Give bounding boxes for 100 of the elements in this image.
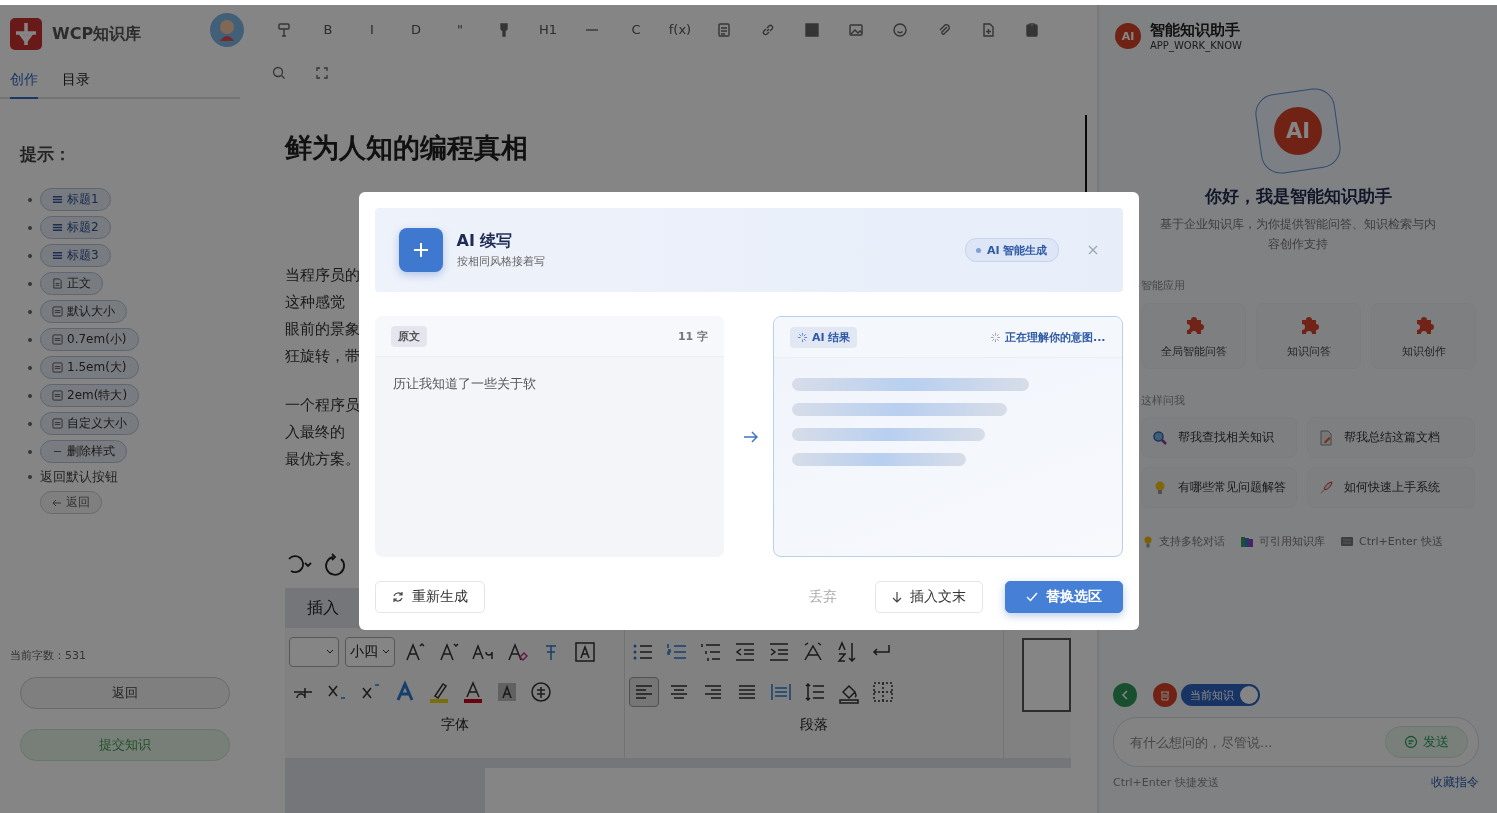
style-chip[interactable]: 标题3 [40,244,111,267]
chevron-left-icon [1121,690,1129,700]
reset-label: 返回默认按钮 [40,468,118,486]
toolbar-button[interactable]: D [394,22,438,38]
replace-button[interactable]: 替换选区 [1004,581,1123,613]
highlight-icon[interactable] [427,680,451,704]
shading-icon[interactable] [495,680,519,704]
style-chip[interactable]: 正文 [40,272,103,295]
font-color-icon[interactable] [461,680,485,704]
suggestion-card[interactable]: 帮我查找相关知识 [1141,417,1297,458]
dialog-title: AI 续写 [456,231,514,252]
close-icon[interactable] [1086,244,1099,256]
toolbar-button[interactable]: f(x) [658,22,702,38]
fullscreen-icon[interactable] [316,67,328,80]
chat-input[interactable]: 有什么想问的，尽管说... 发送 [1113,717,1479,767]
side-tab[interactable]: 目录 [62,67,90,97]
style-preview[interactable] [1022,638,1071,712]
collapse-button[interactable] [1113,683,1137,707]
borders-icon[interactable] [871,680,896,704]
font-select[interactable] [289,637,339,667]
hero-logo: AI [1274,107,1322,155]
knowledge-toggle[interactable]: 当前知识 [1181,684,1260,706]
image-icon[interactable] [848,21,864,38]
submit-button[interactable]: 提交知识 [20,729,230,761]
style-chip[interactable]: 标题1 [40,188,111,211]
paragraph-text: 最优方案。 [285,450,358,469]
clear-button[interactable] [1153,683,1177,707]
group-label: 字体 [439,716,470,734]
paragraph-text: 这种感觉 [285,293,346,312]
back-chip[interactable]: 返回 [40,491,102,514]
refresh-icon [391,591,404,603]
app-card[interactable]: 知识创作 [1371,303,1476,369]
chevron-down-icon [382,649,390,655]
paragraph-text: 一个程序员 [285,396,358,415]
document-icon [1318,429,1334,446]
assistant-description: 基于企业知识库，为你提供智能问答、知识检索与内容创作支持 [1159,216,1437,253]
source-tag: 原文 [390,325,427,347]
suggestion-card[interactable]: 如何快速上手系统 [1307,467,1475,508]
style-chip[interactable]: 2em(特大) [40,384,140,407]
document-icon [52,278,63,289]
font-size-select[interactable]: 小四 [345,637,395,667]
suggestion-card[interactable]: 帮我总结这篇文档 [1307,417,1475,458]
toolbar-button[interactable]: B [306,22,350,38]
arrow-right-icon [743,429,759,444]
paragraph-text: 当程序员的 [285,266,358,285]
paragraph-text: 入最终的 [285,423,346,442]
logo-icon [10,18,42,50]
side-tab[interactable]: 创作 [10,67,38,99]
char-count: 11 字 [677,328,709,344]
status-text: 正在理解你的意图... [1004,329,1106,345]
back-button[interactable]: 返回 [20,677,230,709]
arrow-down-icon [891,591,902,603]
document-icon[interactable] [716,21,732,38]
keyboard-icon [1341,537,1353,546]
ribbon-tab[interactable]: 插入 [307,597,339,619]
toolbar-button[interactable]: H1 [526,22,570,38]
feature-text: 支持多轮对话 [1159,534,1225,549]
insert-button[interactable]: 插入文末 [874,581,983,613]
toolbar-button[interactable]: " [438,22,482,38]
send-button[interactable]: 发送 [1385,726,1468,758]
suggestion-card[interactable]: 有哪些常见问题解答 [1141,467,1297,508]
favorites-link[interactable]: 收藏指令 [1431,774,1479,791]
style-chip[interactable]: 自定义大小 [40,412,139,435]
file-icon[interactable] [980,21,996,38]
style-chip[interactable]: 删除样式 [40,440,127,463]
smiley-icon[interactable] [892,21,908,38]
spinner-icon [989,331,1001,343]
list-icon [52,222,63,233]
chat-icon [1404,735,1418,749]
char-border-icon[interactable] [573,640,597,664]
square-icon [52,390,63,401]
assistant-logo: AI [1115,23,1141,49]
paperclip-icon[interactable] [936,21,952,38]
style-chip[interactable]: 1.5em(大) [40,356,139,379]
regenerate-button[interactable]: 重新生成 [374,581,485,613]
paragraph-text: 眼前的景象 [285,320,358,339]
style-chip[interactable]: 0.7em(小) [40,328,139,351]
paragraph-text: 狂旋转，带 [285,347,358,366]
word-count: 当前字数：531 [10,648,87,663]
avatar-icon[interactable] [210,12,244,47]
app-card[interactable]: 知识问答 [1256,303,1361,369]
document-title: 鲜为人知的编程真相 [285,131,528,165]
style-chip[interactable]: 默认大小 [40,300,127,323]
enclose-icon[interactable] [529,680,553,704]
toolbar-button[interactable]: C [614,22,658,38]
style-chip[interactable]: 标题2 [40,216,111,239]
books-icon [1241,535,1253,548]
hints-heading: 提示： [20,143,72,166]
toolbar-button[interactable]: I [350,22,394,38]
search-icon[interactable] [272,66,286,81]
dialog-subtitle: 按相同风格接着写 [456,254,546,269]
trash-icon [1160,689,1170,701]
assistant-title: 智能知识助手 [1150,21,1241,40]
square-icon [52,362,63,373]
feature-text: Ctrl+Enter 快送 [1359,534,1443,549]
brush-icon[interactable] [276,21,292,38]
clipboard-icon[interactable] [1024,21,1040,38]
assistant-subtitle: APP_WORK_KNOW [1150,40,1242,51]
source-text: 历让我知道了一些关于软 [391,375,537,393]
app-card[interactable]: 全局智能问答 [1141,303,1246,369]
